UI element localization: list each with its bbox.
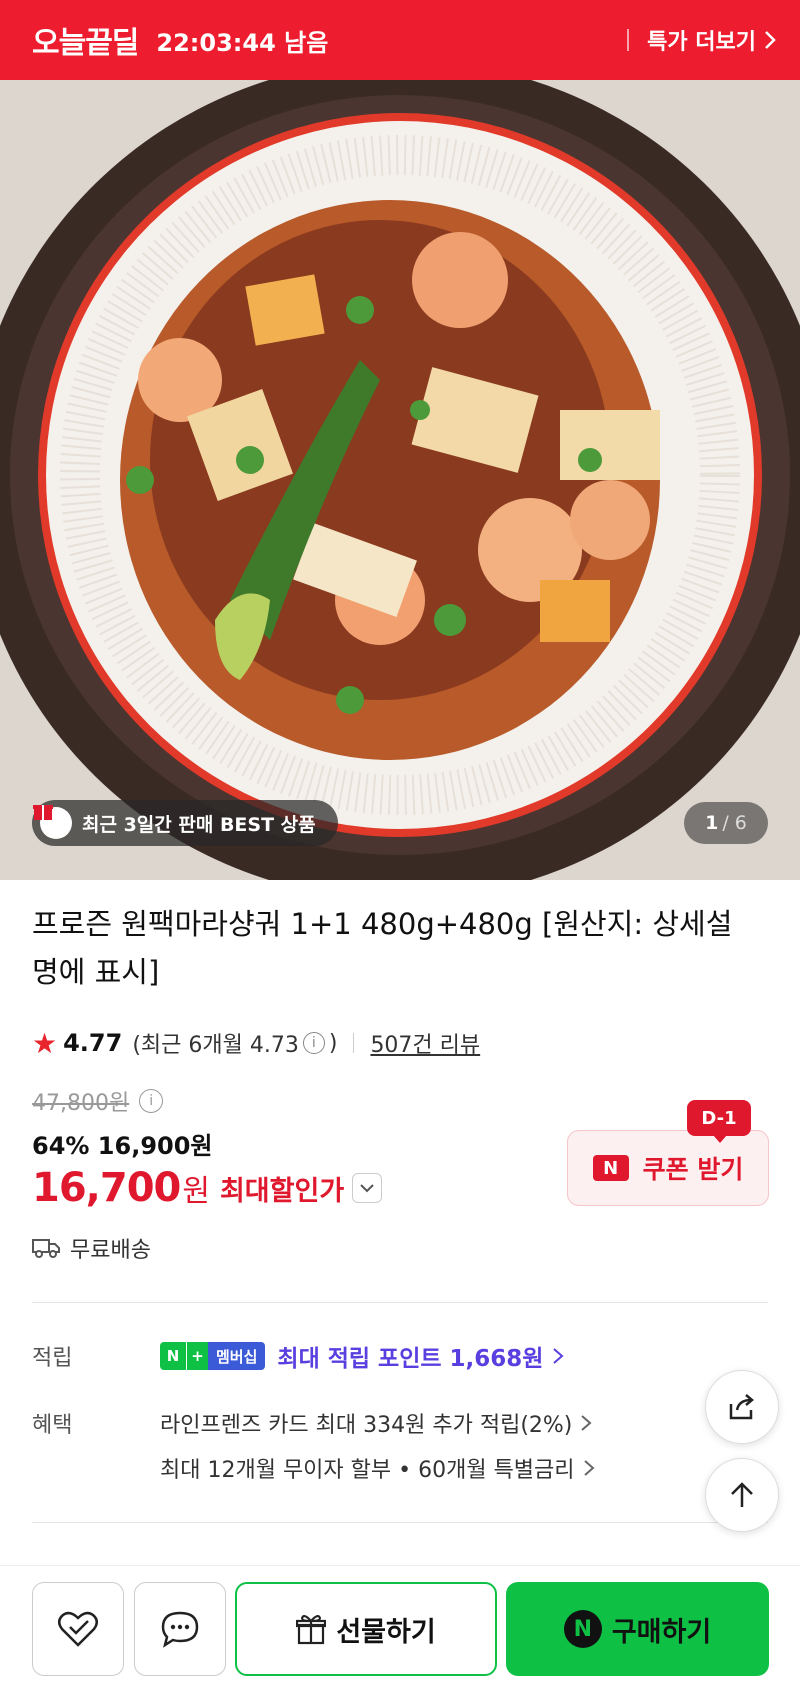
divider: [627, 29, 630, 51]
naver-plus-membership-badge: N + 멤버십: [160, 1342, 266, 1370]
image-page-indicator: 1 / 6: [684, 802, 768, 844]
naver-pay-icon: N: [563, 1610, 602, 1648]
chevron-right-icon: [765, 31, 776, 49]
section-divider: [32, 1302, 768, 1303]
recent-rating: (최근 6개월 4.73: [132, 1033, 299, 1058]
benefits-label: 혜택: [32, 1413, 73, 1438]
installment-benefit-link[interactable]: 최대 12개월 무이자 할부 • 60개월 특별금리: [160, 1452, 595, 1484]
rating-row: ★ 4.77 (최근 6개월 4.73 i ) 507건 리뷰: [32, 1025, 480, 1061]
deal-countdown: 22:03:44 남음: [156, 28, 329, 57]
gift-label: 선물하기: [336, 1616, 436, 1648]
chat-bubble-icon: [161, 1611, 199, 1648]
section-divider: [32, 1522, 768, 1523]
naver-n-icon: N: [592, 1155, 629, 1181]
rating-score: 4.77: [63, 1029, 123, 1057]
membership-points-link[interactable]: N + 멤버십 최대 적립 포인트 1,668원: [160, 1339, 565, 1373]
talk-talk-button[interactable]: [134, 1582, 226, 1676]
badge-membership: 멤버십: [208, 1342, 266, 1370]
arrow-up-icon: [731, 1482, 753, 1507]
final-price-unit: 원: [182, 1174, 210, 1209]
best-seller-badge: 최근 3일간 판매 BEST 상품: [32, 800, 338, 846]
max-discount-label: 최대할인가: [219, 1175, 345, 1207]
dday-badge: D-1: [687, 1100, 751, 1143]
share-button[interactable]: [705, 1370, 779, 1444]
page-total: / 6: [722, 812, 747, 834]
page-current: 1: [705, 812, 719, 834]
badge-plus: +: [186, 1342, 208, 1370]
gift-icon: [296, 1615, 327, 1645]
card-benefit-text: 라인프렌즈 카드 최대 334원 추가 적립(2%): [160, 1413, 573, 1438]
chevron-right-icon: [581, 1415, 592, 1431]
gift-box-icon: [33, 805, 72, 839]
recent-rating-close: ): [328, 1030, 338, 1056]
product-image-carousel[interactable]: 최근 3일간 판매 BEST 상품 1 / 6: [0, 80, 800, 880]
more-deals-link[interactable]: 특가 더보기: [647, 24, 776, 56]
product-title: 프로즌 원팩마라샹궈 1+1 480g+480g [원산지: 상세설명에 표시]: [32, 907, 733, 989]
coupon-label: 쿠폰 받기: [642, 1155, 744, 1184]
shipping-label: 무료배송: [70, 1238, 151, 1263]
shipping-info: 무료배송: [32, 1232, 151, 1264]
deal-brand-logo: 오늘끝딜: [32, 26, 139, 61]
star-icon: ★: [32, 1026, 58, 1060]
info-icon[interactable]: i: [302, 1032, 325, 1054]
bottom-action-bar: 선물하기 N 구매하기: [0, 1565, 800, 1695]
badge-n: N: [160, 1342, 186, 1370]
more-deals-label: 특가 더보기: [647, 30, 756, 55]
buy-label: 구매하기: [611, 1616, 712, 1648]
buy-button[interactable]: N 구매하기: [506, 1582, 769, 1676]
wishlist-button[interactable]: [32, 1582, 124, 1676]
final-price-amount: 16,700: [32, 1165, 181, 1211]
product-photo: [0, 80, 800, 880]
final-price[interactable]: 16,700 원 최대할인가: [32, 1165, 383, 1211]
max-points-text: 최대 적립 포인트 1,668원: [277, 1346, 544, 1372]
review-count-link[interactable]: 507건 리뷰: [370, 1027, 480, 1059]
divider: [353, 1033, 355, 1053]
best-seller-label: 최근 3일간 판매 BEST 상품: [82, 813, 316, 836]
gift-button[interactable]: 선물하기: [235, 1582, 497, 1676]
installment-benefit-text: 최대 12개월 무이자 할부 • 60개월 특별금리: [160, 1458, 575, 1483]
truck-icon: [32, 1239, 60, 1258]
coupon-button[interactable]: N 쿠폰 받기: [567, 1130, 769, 1206]
original-price-value: 47,800원: [32, 1091, 130, 1116]
chevron-right-icon: [553, 1348, 564, 1364]
heart-check-icon: [58, 1611, 98, 1647]
deal-topbar: 오늘끝딜 22:03:44 남음 특가 더보기: [0, 0, 800, 80]
points-label: 적립: [32, 1346, 73, 1371]
chevron-right-icon: [583, 1460, 595, 1476]
price-info-icon[interactable]: i: [139, 1089, 164, 1113]
original-price: 47,800원 i: [32, 1085, 164, 1117]
card-benefit-link[interactable]: 라인프렌즈 카드 최대 334원 추가 적립(2%): [160, 1407, 592, 1439]
chevron-down-icon[interactable]: [352, 1173, 383, 1203]
share-icon: [729, 1394, 754, 1420]
discount-price: 64% 16,900원: [32, 1132, 213, 1160]
scroll-to-top-button[interactable]: [705, 1458, 779, 1532]
